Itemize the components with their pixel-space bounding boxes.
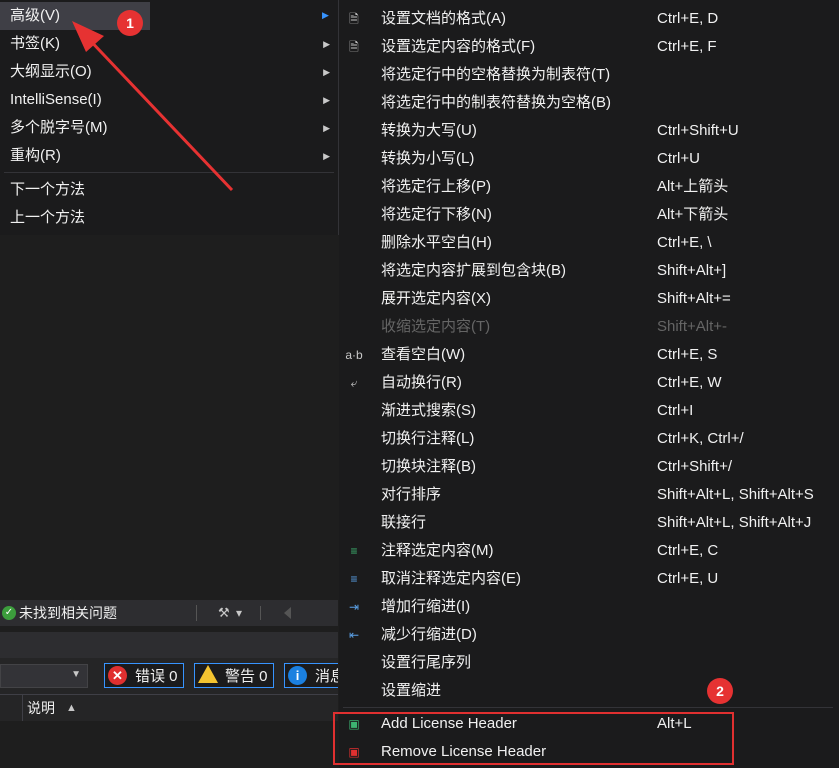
annotation-badge-1: 1 — [117, 10, 143, 36]
arrow-head — [72, 21, 104, 52]
annotation-arrow — [72, 21, 234, 192]
arrow-shaft — [82, 32, 234, 192]
annotation-badge-2: 2 — [707, 678, 733, 704]
